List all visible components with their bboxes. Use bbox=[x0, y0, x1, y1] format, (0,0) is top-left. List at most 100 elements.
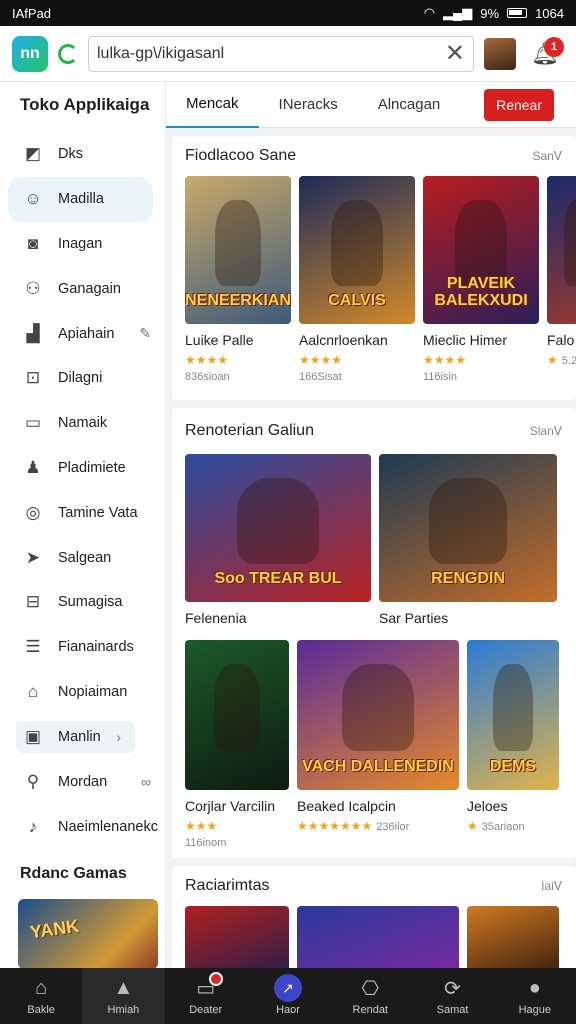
game-thumbnail[interactable]: VACH DALLENEDIN bbox=[297, 640, 459, 790]
game-thumbnail[interactable]: NENEERKIAN bbox=[185, 176, 291, 324]
nav-label: Haor bbox=[276, 1004, 300, 1016]
sidebar-item-15[interactable]: ♪ Naeimlenanekc bbox=[0, 804, 165, 849]
calendar-icon: ▣ bbox=[24, 727, 42, 747]
see-all-link[interactable]: Slanᐯ bbox=[530, 424, 562, 438]
sidebar-item-action[interactable]: ∞ bbox=[141, 774, 151, 790]
game-card[interactable]: PLAVEIK BALEKXUDI Mieclic Himer ★★★★ 116isi… bbox=[423, 176, 539, 383]
sidebar-item-3[interactable]: ⚇ Ganagain bbox=[0, 266, 165, 311]
game-thumbnail[interactable]: Soo TREAR BUL bbox=[185, 454, 371, 602]
top-bar: nn lulka-gp\/ikigasanl ✕ 🔔︎ 1 bbox=[0, 26, 576, 82]
nav-item-0[interactable]: ⌂ Bakle bbox=[0, 968, 82, 1024]
notification-button[interactable]: 🔔︎ 1 bbox=[526, 35, 564, 73]
stars-value: ★ bbox=[547, 353, 558, 367]
game-card[interactable]: VACH DALLENEDIN Beaked Icalpcin ★★★★★★★ 236… bbox=[297, 640, 459, 849]
refresh-icon: ⟳ bbox=[444, 976, 461, 1000]
sidebar-item-11[interactable]: ☰ Fianainards bbox=[0, 625, 165, 670]
rating-count: 5.2 bbox=[561, 355, 576, 367]
game-thumbnail[interactable] bbox=[547, 176, 576, 324]
recent-game-thumbnail[interactable]: YANK bbox=[18, 898, 158, 968]
avatar[interactable] bbox=[484, 37, 516, 70]
stars-value: ★★★★ bbox=[185, 353, 229, 367]
rating-stars: ★ 5.2 bbox=[547, 353, 576, 367]
game-card[interactable]: RENGDIN Sar Parties bbox=[379, 454, 557, 626]
nav-item-3[interactable]: ↗ Haor bbox=[247, 968, 329, 1024]
folder-icon: ▭ bbox=[24, 413, 42, 433]
game-art-title: Soo TREAR BUL bbox=[214, 570, 342, 588]
google-icon[interactable] bbox=[58, 43, 78, 64]
battery-icon bbox=[507, 8, 528, 18]
game-thumbnail[interactable]: DEMS bbox=[467, 640, 559, 790]
nav-item-5[interactable]: ⟳ Samat bbox=[411, 968, 493, 1024]
nav-item-6[interactable]: ● Hague bbox=[494, 968, 576, 1024]
sidebar-item-action[interactable]: ✎ bbox=[139, 325, 151, 342]
game-art-title: VACH DALLENEDIN bbox=[302, 758, 454, 776]
sidebar-item-10[interactable]: ⊟ Sumagisa bbox=[0, 580, 165, 625]
renear-button[interactable]: Renear bbox=[484, 88, 554, 121]
game-art-title: RENGDIN bbox=[431, 570, 505, 588]
game-card[interactable]: NENEERKIAN Luike Palle ★★★★ 836sioan bbox=[185, 176, 291, 383]
sidebar-item-14[interactable]: ⚲ Mordan ∞ bbox=[0, 759, 165, 804]
sidebar-item-9[interactable]: ➤ Salgean bbox=[0, 535, 165, 580]
nav-label: Deater bbox=[189, 1004, 223, 1016]
game-thumbnail[interactable] bbox=[467, 906, 559, 968]
sidebar-item-1[interactable]: ☺ Madilla bbox=[8, 176, 153, 222]
sidebar-item-2[interactable]: ◙ Inagan bbox=[0, 222, 165, 267]
sidebar: Toko Applikaiga ◩ Dks ☺ Madilla ◙ Inagan ⚇ Gana… bbox=[0, 82, 166, 968]
status-left-text: IAfPad bbox=[12, 5, 52, 21]
game-thumbnail[interactable] bbox=[185, 640, 289, 790]
game-card[interactable]: CALVIS Aalcnrloenkan ★★★★ 166Sisat bbox=[299, 176, 415, 383]
send-icon: ➤ bbox=[25, 547, 41, 567]
sidebar-item-8[interactable]: ◎ Tamine Vata bbox=[0, 490, 165, 535]
tab-1[interactable]: INeracks bbox=[259, 82, 358, 128]
game-card[interactable]: DEMS Jeloes ★ 35ariaon bbox=[467, 640, 559, 849]
see-all-link[interactable]: Iaiᐯ bbox=[541, 879, 562, 893]
hero-figure bbox=[492, 664, 534, 751]
game-thumbnail[interactable]: RENGDIN bbox=[379, 454, 557, 602]
game-card[interactable]: Falo ★ 5.2 bbox=[547, 176, 576, 383]
sidebar-item-0[interactable]: ◩ Dks bbox=[0, 132, 165, 177]
notification-badge: 1 bbox=[544, 36, 564, 57]
game-thumbnail[interactable]: CALVIS bbox=[299, 176, 415, 324]
clear-icon[interactable]: ✕ bbox=[445, 39, 465, 68]
sidebar-item-12[interactable]: ⌂ Nopiaiman bbox=[0, 670, 165, 715]
game-card[interactable]: Corjlar Varcilin ★★★ 116inom bbox=[185, 640, 289, 849]
game-icon: ⎔ bbox=[362, 976, 379, 1000]
game-name: Beaked Icalpcin bbox=[297, 798, 396, 814]
rating-stars: ★★★ bbox=[185, 819, 289, 833]
nav-label: Hmiah bbox=[107, 1004, 140, 1016]
nav-item-1[interactable]: ▲ Hmiah bbox=[82, 968, 165, 1024]
nav-item-4[interactable]: ⎔ Rendat bbox=[329, 968, 411, 1024]
game-thumbnail[interactable] bbox=[297, 906, 459, 968]
game-thumbnail[interactable]: PLAVEIK BALEKXUDI bbox=[423, 176, 539, 324]
see-all-link[interactable]: Sanᐯ bbox=[532, 149, 562, 163]
sidebar-item-action[interactable]: › bbox=[116, 729, 121, 745]
game-icon-glyph: ⎔ bbox=[361, 977, 379, 1000]
game-thumbnail[interactable] bbox=[185, 906, 289, 968]
profile-icon-glyph: ● bbox=[528, 976, 541, 999]
url-input[interactable]: lulka-gp\/ikigasanl bbox=[97, 45, 445, 63]
sidebar-item-7[interactable]: ♟ Pladimiete bbox=[0, 446, 165, 491]
home-icon-glyph: ⌂ bbox=[35, 976, 48, 999]
sidebar-item-label: Tamine Vata bbox=[58, 504, 138, 521]
section-title: Renoterian Galiun bbox=[185, 422, 314, 439]
sidebar-item-6[interactable]: ▭ Namaik bbox=[0, 401, 165, 446]
hero-figure bbox=[428, 477, 508, 564]
chat-icon: ☺ bbox=[24, 189, 42, 209]
sidebar-item-13[interactable]: ▣ Manlin › bbox=[16, 721, 135, 754]
recent-game-art: YANK bbox=[28, 915, 81, 943]
sidebar-item-4[interactable]: ▟ Apiahain ✎ bbox=[0, 311, 165, 356]
url-bar[interactable]: lulka-gp\/ikigasanl ✕ bbox=[88, 35, 474, 72]
discover-icon: ↗ bbox=[273, 974, 302, 1002]
tab-2[interactable]: Alncagan bbox=[358, 82, 461, 128]
stars-value: ★★★★ bbox=[423, 353, 467, 367]
sidebar-item-5[interactable]: ⊡ Dilagni bbox=[0, 356, 165, 401]
tab-0[interactable]: Mencak bbox=[166, 82, 259, 128]
nav-item-2[interactable]: ▭ Deater bbox=[165, 968, 247, 1024]
sidebar-item-label: Fianainards bbox=[58, 639, 134, 656]
game-art-title: NENEERKIAN bbox=[185, 292, 291, 310]
nav-label: Bakle bbox=[27, 1004, 55, 1016]
window-icon: ⊟ bbox=[25, 592, 41, 612]
wifi-icon: ◠ bbox=[423, 5, 436, 20]
app-logo[interactable]: nn bbox=[12, 35, 48, 72]
game-card[interactable]: Soo TREAR BUL Felenenia bbox=[185, 454, 371, 626]
